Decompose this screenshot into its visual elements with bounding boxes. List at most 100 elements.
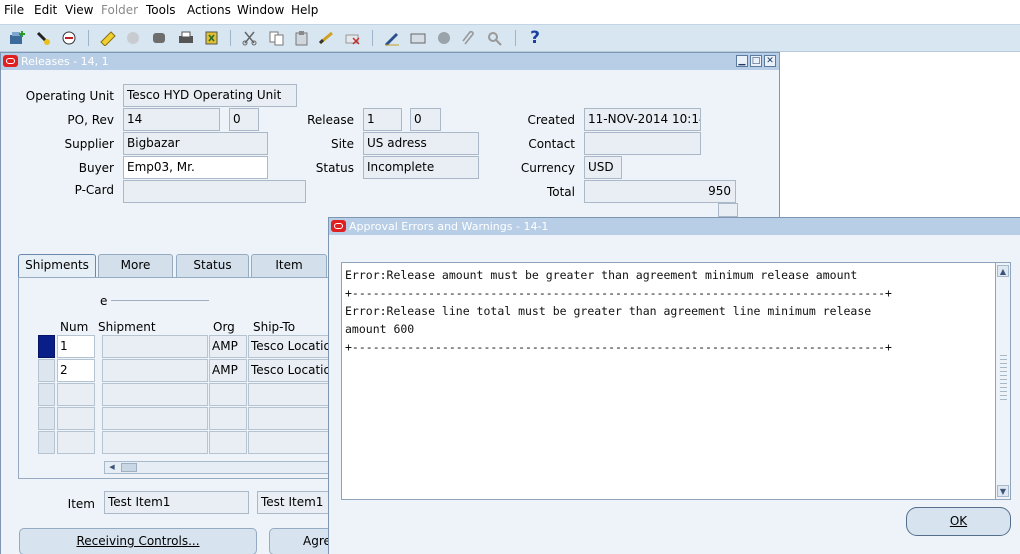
status-field[interactable]: Incomplete (363, 156, 479, 179)
next-step-icon[interactable] (124, 29, 142, 47)
row-org-cell[interactable]: AMP (209, 359, 247, 382)
po-revision-field[interactable]: 0 (229, 108, 259, 131)
menu-bar: File Edit View Folder Tools Actions Wind… (0, 0, 1020, 24)
scroll-left-icon[interactable]: ◀ (106, 462, 118, 473)
row-selector[interactable] (38, 407, 55, 430)
menu-help[interactable]: Help (291, 3, 318, 17)
receiving-controls-button[interactable]: Receiving Controls... (19, 528, 257, 554)
scroll-thumb[interactable] (121, 463, 137, 472)
menu-edit[interactable]: Edit (34, 3, 57, 17)
operating-unit-field[interactable]: Tesco HYD Operating Unit (123, 84, 297, 107)
scroll-down-icon[interactable]: ▼ (997, 485, 1009, 497)
row-selector[interactable] (38, 335, 55, 358)
operating-unit-label: Operating Unit (25, 89, 114, 103)
edit-field-icon[interactable] (383, 29, 401, 47)
save-icon[interactable] (99, 29, 117, 47)
created-field[interactable]: 11-NOV-2014 10:14 (584, 108, 701, 131)
pcard-field[interactable] (123, 180, 306, 203)
print-icon[interactable] (177, 29, 195, 47)
ok-button[interactable]: OK (906, 507, 1011, 536)
find-icon[interactable] (35, 29, 53, 47)
close-icon[interactable]: ✕ (764, 55, 776, 67)
menu-window[interactable]: Window (237, 3, 284, 17)
copy-icon[interactable] (268, 29, 286, 47)
tab-more[interactable]: More (98, 254, 173, 277)
dialog-titlebar[interactable]: Approval Errors and Warnings - 14-1 (329, 218, 1020, 235)
row-shipment-cell[interactable] (102, 383, 208, 406)
total-field[interactable]: 950 (584, 180, 736, 203)
menu-actions[interactable]: Actions (187, 3, 231, 17)
po-number-field[interactable]: 14 (123, 108, 220, 131)
navigator-icon[interactable] (60, 29, 78, 47)
toolbar-separator (88, 30, 89, 46)
row-shipment-cell[interactable] (102, 335, 208, 358)
row-org-cell[interactable] (209, 431, 247, 454)
vertical-scrollbar[interactable]: ▲ ▼ (995, 262, 1011, 500)
close-form-icon[interactable] (203, 29, 221, 47)
paste-icon[interactable] (293, 29, 311, 47)
folder-tools-icon[interactable] (486, 29, 504, 47)
help-icon[interactable]: ? (526, 29, 544, 47)
toolbar-separator (372, 30, 373, 46)
row-shipto-cell[interactable] (248, 383, 330, 406)
clear-record-icon[interactable] (318, 29, 336, 47)
row-org-cell[interactable]: AMP (209, 335, 247, 358)
translations-icon[interactable] (435, 29, 453, 47)
row-shipment-cell[interactable] (102, 431, 208, 454)
buyer-label: Buyer (78, 161, 114, 175)
col-num-header: Num (60, 320, 89, 334)
row-org-cell[interactable] (209, 407, 247, 430)
row-shipto-cell[interactable] (248, 431, 330, 454)
tab-shipments[interactable]: Shipments (18, 254, 96, 278)
error-line: Error:Release line total must be greater… (345, 304, 872, 318)
row-selector[interactable] (38, 383, 55, 406)
releases-titlebar[interactable]: Releases - 14, 1 ▁ □ ✕ (1, 53, 779, 70)
attachments-icon[interactable] (460, 29, 478, 47)
menu-view[interactable]: View (65, 3, 93, 17)
toolbar-separator (230, 30, 231, 46)
release-revision-field[interactable]: 0 (410, 108, 441, 131)
cut-icon[interactable] (241, 29, 259, 47)
horizontal-scrollbar[interactable]: ◀ (104, 461, 330, 474)
row-num-cell[interactable] (57, 431, 95, 454)
contact-field[interactable] (584, 132, 701, 155)
new-icon[interactable] (9, 29, 27, 47)
release-number-field[interactable]: 1 (363, 108, 402, 131)
error-message-text[interactable]: Error:Release amount must be greater tha… (341, 262, 996, 500)
minimize-icon[interactable]: ▁ (736, 55, 748, 67)
row-selector[interactable] (38, 431, 55, 454)
row-shipto-cell[interactable]: Tesco Location (248, 359, 330, 382)
row-num-cell[interactable]: 1 (57, 335, 95, 358)
menu-folder[interactable]: Folder (101, 3, 138, 17)
menu-file[interactable]: File (4, 3, 24, 17)
site-field[interactable]: US adress (363, 132, 479, 155)
tab-status[interactable]: Status (176, 254, 249, 277)
buyer-field[interactable]: Emp03, Mr. (123, 156, 268, 179)
row-shipto-cell[interactable]: Tesco Location (248, 335, 330, 358)
release-label: Release (307, 113, 354, 127)
row-shipment-cell[interactable] (102, 359, 208, 382)
item-field[interactable]: Test Item1 (104, 491, 249, 514)
item-description-field[interactable]: Test Item1 (257, 491, 337, 514)
scroll-grip[interactable] (1000, 355, 1007, 403)
col-shipto-header: Ship-To (253, 320, 296, 334)
zoom-icon[interactable] (409, 29, 427, 47)
menu-tools[interactable]: Tools (146, 3, 176, 17)
col-org-header: Org (213, 320, 235, 334)
row-num-cell[interactable] (57, 383, 95, 406)
currency-field[interactable]: USD (584, 156, 622, 179)
row-org-cell[interactable] (209, 383, 247, 406)
descriptive-flexfield[interactable] (718, 203, 738, 217)
row-num-cell[interactable] (57, 407, 95, 430)
tab-item[interactable]: Item (251, 254, 327, 277)
row-selector[interactable] (38, 359, 55, 382)
maximize-icon[interactable]: □ (750, 55, 762, 67)
delete-record-icon[interactable] (344, 29, 362, 47)
row-shipto-cell[interactable] (248, 407, 330, 430)
supplier-field[interactable]: Bigbazar (123, 132, 268, 155)
error-separator: +---------------------------------------… (345, 286, 892, 300)
switch-responsibility-icon[interactable] (150, 29, 168, 47)
row-shipment-cell[interactable] (102, 407, 208, 430)
row-num-cell[interactable]: 2 (57, 359, 95, 382)
scroll-up-icon[interactable]: ▲ (997, 265, 1009, 277)
